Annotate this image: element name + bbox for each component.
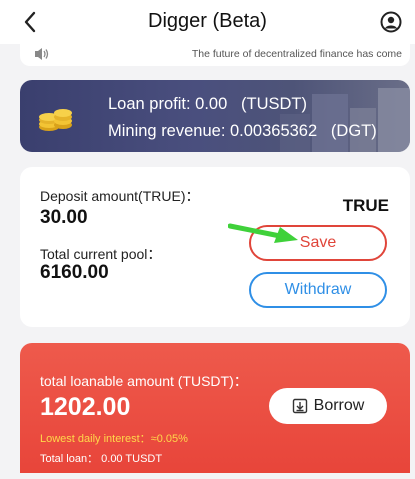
deposit-amount-label: Deposit amount(TRUE)： (40, 188, 200, 204)
withdraw-button[interactable]: Withdraw (249, 272, 387, 308)
mining-revenue-text: Mining revenue: 0.00365362 (DGT) (108, 122, 377, 140)
daily-interest-text: Lowest daily interest：≈0.05% (40, 433, 188, 445)
profile-icon (380, 11, 402, 33)
announcement-bar[interactable]: The future of decentralized finance has … (20, 44, 410, 66)
borrow-button[interactable]: Borrow (269, 388, 387, 424)
loan-card: total loanable amount (TUSDT)： 1202.00 L… (20, 343, 410, 473)
speaker-icon (35, 48, 49, 60)
buildings-graphic (280, 88, 410, 152)
borrow-icon (292, 398, 307, 414)
total-pool-value: 6160.00 (40, 262, 109, 283)
total-loan-text: Total loan： 0.00 TUSDT (40, 453, 163, 465)
loan-profit-text: Loan profit: 0.00 (TUSDT) (108, 95, 307, 113)
token-name: TRUE (342, 196, 389, 215)
loanable-amount-label: total loanable amount (TUSDT)： (40, 373, 248, 389)
loanable-amount-value: 1202.00 (40, 393, 131, 421)
coins-icon (39, 109, 72, 131)
deposit-card: Deposit amount(TRUE)： 30.00 Total curren… (20, 167, 410, 327)
page-title: Digger (Beta) (148, 10, 267, 32)
profile-button[interactable] (379, 10, 403, 34)
deposit-amount-value: 30.00 (40, 207, 88, 228)
earnings-banner: Loan profit: 0.00 (TUSDT) Mining revenue… (20, 80, 410, 152)
announcement-text: The future of decentralized finance has … (191, 48, 402, 60)
total-pool-label: Total current pool： (40, 246, 162, 262)
top-bar: Digger (Beta) (0, 0, 415, 44)
borrow-label: Borrow (313, 397, 365, 414)
pointer-arrow-icon (228, 223, 298, 243)
